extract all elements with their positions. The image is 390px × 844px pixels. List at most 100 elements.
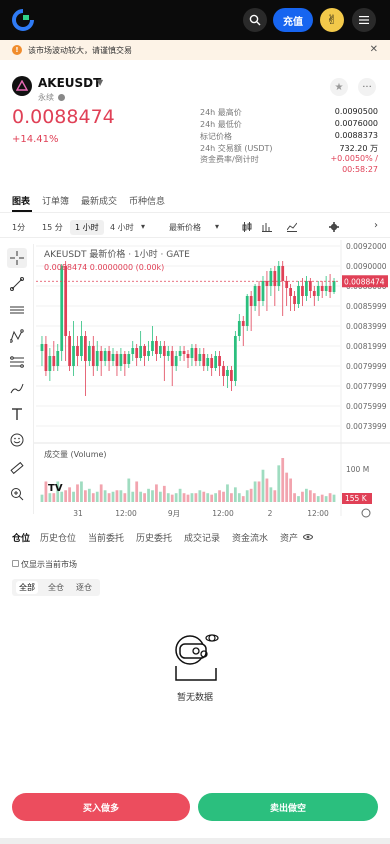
tf-1h[interactable]: 1 小时 [70, 220, 104, 235]
price-chart[interactable]: 0.00920000.00900000.00880000.00859990.00… [34, 240, 390, 522]
filter-all[interactable]: 全部 [16, 581, 38, 594]
chart-type-icon[interactable] [287, 222, 297, 232]
favorite-button[interactable]: ★ [330, 78, 348, 96]
volume-bar [285, 472, 289, 502]
volume-bar [273, 490, 277, 502]
volume-bar [72, 491, 75, 502]
y-tick-label: 0.0081999 [346, 342, 387, 351]
filter-isolated[interactable]: 逐仓 [76, 582, 92, 593]
tf-caret-icon[interactable]: ▾ [141, 222, 145, 231]
eye-icon[interactable] [303, 533, 313, 541]
tab-chart[interactable]: 图表 [12, 194, 30, 207]
avatar[interactable]: ✌ [320, 8, 344, 32]
text-tool[interactable] [7, 404, 27, 424]
zoom-tool[interactable] [7, 484, 27, 504]
tf-15m[interactable]: 15 分 [42, 222, 63, 233]
top-bar: 充值 ✌ [0, 0, 390, 40]
info-icon[interactable] [58, 94, 65, 101]
candle-body [139, 346, 143, 358]
y-tick-label: 0.0085999 [346, 302, 387, 311]
candle-body [305, 281, 308, 296]
volume-bar [301, 491, 304, 502]
brush-tool[interactable] [7, 378, 27, 398]
candle-body [64, 266, 68, 336]
volume-bar [87, 488, 91, 502]
more-button[interactable]: ··· [358, 78, 376, 96]
search-icon [249, 14, 261, 26]
candle-body [143, 346, 146, 356]
candle-style-icon[interactable] [242, 222, 252, 232]
volume-bar [265, 478, 269, 502]
candle-body [194, 348, 198, 361]
symbol-name[interactable]: AKEUSDT [38, 76, 101, 90]
candle-body [84, 336, 87, 361]
volume-badge-text: 155 K [345, 494, 368, 503]
chevron-right-icon[interactable]: › [374, 220, 378, 231]
volume-bar [123, 493, 127, 502]
buy-long-button[interactable]: 买入做多 [12, 793, 190, 821]
tab-trades[interactable]: 最新成交 [81, 194, 117, 207]
menu-button[interactable] [352, 8, 376, 32]
volume-bar [202, 491, 206, 502]
volume-bar [233, 487, 237, 502]
deposit-button[interactable]: 充值 [273, 8, 313, 32]
price-type-select[interactable]: 最新价格 [169, 222, 201, 233]
pattern-icon [10, 329, 24, 343]
close-icon[interactable]: ✕ [370, 44, 378, 55]
settings-gear-icon[interactable] [329, 222, 339, 232]
hline-tool[interactable] [7, 300, 27, 320]
indicator-icon[interactable] [262, 222, 272, 232]
current-market-checkbox[interactable] [12, 560, 19, 567]
candle-body [316, 286, 320, 296]
candle-body [170, 351, 174, 366]
y-tick-label: 0.0092000 [346, 242, 387, 251]
y-tick-label: 0.0075999 [346, 402, 387, 411]
candle-body [60, 266, 64, 351]
fib-tool[interactable] [7, 352, 27, 372]
trendline-tool[interactable] [7, 274, 27, 294]
zoom-in-icon [11, 488, 24, 501]
caret-down-icon[interactable]: ▼ [97, 78, 103, 87]
candle-body [206, 358, 210, 366]
pattern-tool[interactable] [7, 326, 27, 346]
candle-body [186, 354, 190, 358]
y-tick-label: 0.0083999 [346, 322, 387, 331]
candle-body [80, 336, 83, 356]
price-type-caret-icon[interactable]: ▾ [215, 222, 219, 231]
empty-state-astronaut-icon [175, 634, 219, 681]
volume-bar [115, 490, 119, 502]
crosshair-tool[interactable] [7, 248, 27, 268]
volume-bar [76, 484, 79, 502]
emoji-tool[interactable] [7, 430, 27, 450]
tab-order-history[interactable]: 历史委托 [136, 531, 172, 544]
y-tick-label: 0.0077999 [346, 382, 387, 391]
tab-assets[interactable]: 资产 [280, 531, 298, 544]
gate-logo-icon[interactable] [12, 9, 34, 31]
tab-positions[interactable]: 仓位 [12, 531, 30, 544]
candle-body [241, 321, 245, 326]
tab-funding-flow[interactable]: 资金流水 [232, 531, 268, 544]
candle-body [68, 336, 71, 366]
candle-body [56, 351, 60, 366]
ruler-tool[interactable] [7, 458, 27, 478]
volume-bar [305, 488, 308, 502]
tab-open-orders[interactable]: 当前委托 [88, 531, 124, 544]
filter-cross[interactable]: 全仓 [48, 582, 64, 593]
peace-hand-icon: ✌ [326, 12, 338, 28]
tab-orderbook[interactable]: 订单簿 [42, 194, 69, 207]
volume-bar [80, 481, 83, 502]
tf-4h[interactable]: 4 小时 [110, 222, 134, 233]
tab-position-history[interactable]: 历史仓位 [40, 531, 76, 544]
reset-view-icon [361, 508, 371, 518]
tf-1m[interactable]: 1分 [12, 222, 25, 233]
search-button[interactable] [243, 8, 267, 32]
tab-trade-history[interactable]: 成交记录 [184, 531, 220, 544]
sell-short-button[interactable]: 卖出做空 [198, 793, 378, 821]
candle-body [273, 271, 277, 286]
tab-coin-info[interactable]: 币种信息 [129, 194, 165, 207]
position-tabs: 仓位 历史仓位 当前委托 历史委托 成交记录 资金流水 资产 [0, 529, 390, 549]
candle-body [72, 346, 75, 366]
candle-body [155, 341, 158, 354]
candle-body [174, 356, 178, 366]
candle-body [308, 281, 312, 291]
